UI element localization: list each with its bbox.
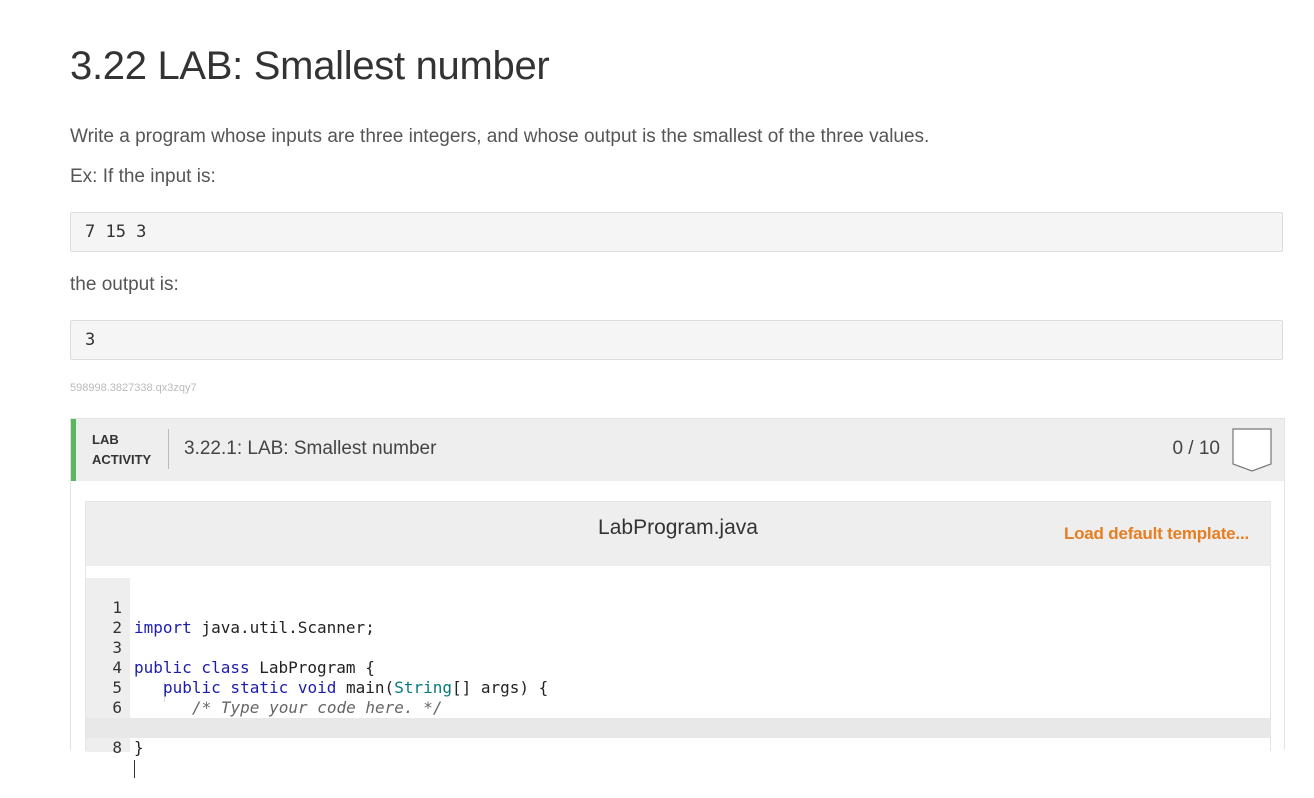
code-line[interactable]: 3 public class LabProgram { <box>86 618 1270 677</box>
lab-activity-tag: LAB ACTIVITY <box>92 430 151 470</box>
code-line[interactable]: 7 } <box>86 698 1270 757</box>
code-editor[interactable]: 1 import java.util.Scanner; 2 3 public c… <box>86 566 1270 778</box>
code-editor-panel: LabProgram.java Load default template...… <box>85 501 1271 778</box>
load-default-template-link[interactable]: Load default template... <box>1064 524 1249 544</box>
problem-description: Write a program whose inputs are three i… <box>70 126 930 147</box>
code-line[interactable]: 1 import java.util.Scanner; <box>86 578 1270 637</box>
example-intro: Ex: If the input is: <box>70 166 216 187</box>
line-number: 8 <box>112 738 122 757</box>
example-input-box: 7 15 3 <box>70 212 1283 252</box>
lab-header: LAB ACTIVITY 3.22.1: LAB: Smallest numbe… <box>71 419 1284 481</box>
code-line[interactable]: 4 public static void main(String[] args)… <box>86 638 1270 697</box>
lab-header-divider <box>168 429 169 469</box>
lab-tag-line1: LAB <box>92 432 119 447</box>
code-line[interactable]: 6 } <box>86 678 1270 737</box>
lab-score: 0 / 10 <box>1172 438 1220 459</box>
code-text <box>134 758 135 778</box>
output-intro: the output is: <box>70 274 179 295</box>
text-cursor <box>134 759 135 778</box>
page-title: 3.22 LAB: Smallest number <box>70 44 550 88</box>
lab-tag-line2: ACTIVITY <box>92 452 152 467</box>
code-line-active[interactable]: 8 <box>86 718 1270 778</box>
code-line[interactable]: 5 /* Type your code here. */ <box>86 658 1270 717</box>
lab-activity-panel: LAB ACTIVITY 3.22.1: LAB: Smallest numbe… <box>70 418 1285 778</box>
code-line[interactable]: 2 <box>86 598 1270 637</box>
example-output-box: 3 <box>70 320 1283 360</box>
lab-activity-title: 3.22.1: LAB: Smallest number <box>184 438 437 459</box>
editor-header: LabProgram.java Load default template... <box>86 502 1270 566</box>
content-id: 598998.3827338.qx3zqy7 <box>70 382 197 394</box>
completion-badge-icon <box>1232 428 1272 472</box>
